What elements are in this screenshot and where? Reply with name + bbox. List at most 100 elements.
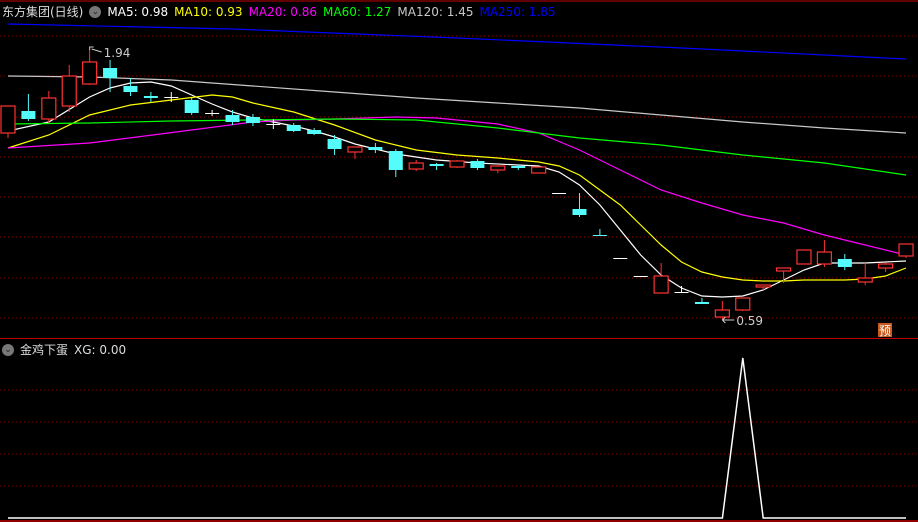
indicator-title[interactable]: 金鸡下蛋 bbox=[20, 341, 68, 358]
candle bbox=[347, 146, 363, 159]
stock-title[interactable]: 东方集团(日线) bbox=[2, 3, 83, 20]
candle-body bbox=[103, 68, 118, 78]
candle bbox=[388, 149, 403, 177]
candle bbox=[0, 105, 16, 138]
candle bbox=[592, 229, 607, 236]
high-arrow-icon bbox=[89, 46, 102, 53]
candle-body bbox=[552, 193, 567, 194]
candle bbox=[490, 164, 506, 173]
candle-body bbox=[470, 161, 485, 168]
candle-body bbox=[205, 113, 220, 114]
low-price-label: 0.59 bbox=[736, 314, 763, 328]
ma-legend-item: MA10: 0.93 bbox=[174, 4, 243, 19]
candle-body bbox=[816, 251, 833, 265]
candle-body bbox=[184, 100, 199, 113]
ma-line-ma20 bbox=[7, 116, 907, 256]
candle bbox=[245, 114, 260, 126]
candle bbox=[429, 163, 444, 170]
high-price-label: 1.94 bbox=[104, 46, 131, 60]
candle-body bbox=[857, 277, 873, 283]
candle bbox=[143, 92, 158, 102]
ma-line-ma10 bbox=[7, 94, 907, 282]
forecast-badge-label: 预 bbox=[879, 324, 891, 338]
candle bbox=[694, 298, 709, 304]
candle-body bbox=[266, 124, 281, 125]
candle-body bbox=[21, 111, 36, 119]
candle bbox=[307, 128, 322, 135]
candle-body bbox=[286, 125, 301, 131]
chevron-down-icon[interactable]: ⌄ bbox=[2, 343, 14, 356]
candle bbox=[755, 284, 771, 290]
candle-body bbox=[694, 302, 709, 304]
candle bbox=[449, 160, 465, 168]
candle-body bbox=[898, 243, 914, 257]
candle bbox=[898, 243, 914, 258]
candle-body bbox=[531, 166, 547, 174]
candle bbox=[837, 254, 852, 270]
main-legend: 东方集团(日线) ⌄ MA5: 0.98 MA10: 0.93 MA20: 0.86… bbox=[2, 3, 556, 20]
candle-body bbox=[408, 162, 424, 170]
candle-body bbox=[388, 151, 403, 170]
candle bbox=[368, 143, 383, 153]
candle bbox=[225, 110, 240, 125]
candle-body bbox=[633, 276, 648, 277]
ma-line-ma250 bbox=[7, 23, 907, 60]
candle bbox=[470, 159, 485, 170]
candle-body bbox=[878, 263, 894, 269]
ma-legend-item: MA20: 0.86 bbox=[248, 4, 317, 19]
indicator-value: XG: 0.00 bbox=[74, 342, 127, 357]
candle bbox=[61, 65, 77, 112]
candle bbox=[408, 160, 424, 171]
candle bbox=[796, 249, 812, 265]
indicator-legend: ⌄ 金鸡下蛋 XG: 0.00 bbox=[2, 341, 126, 358]
ma-legend-item: MA5: 0.98 bbox=[107, 4, 169, 19]
candle bbox=[714, 301, 730, 320]
candle bbox=[184, 98, 199, 115]
candle-body bbox=[368, 147, 383, 150]
candle-body bbox=[225, 115, 240, 122]
candle-body bbox=[347, 146, 363, 153]
price-chart[interactable]: 1.94 0.59 预 bbox=[0, 0, 918, 522]
candle bbox=[816, 240, 833, 267]
candle-body bbox=[613, 258, 628, 259]
candle-body bbox=[82, 61, 98, 85]
candle bbox=[857, 263, 873, 285]
candle bbox=[123, 78, 138, 96]
xg-signal-line bbox=[8, 357, 906, 519]
candle-body bbox=[61, 75, 77, 107]
candle-body bbox=[837, 259, 852, 267]
candle-body bbox=[449, 160, 465, 168]
candle bbox=[552, 193, 567, 194]
candle bbox=[735, 297, 751, 311]
candle-body bbox=[490, 165, 506, 171]
candle bbox=[21, 94, 36, 121]
candle bbox=[286, 123, 301, 132]
candle-body bbox=[735, 297, 751, 311]
ma-legend-item: MA60: 1.27 bbox=[323, 4, 392, 19]
candle-body bbox=[755, 284, 771, 288]
candle-body bbox=[572, 209, 587, 215]
candle-body bbox=[143, 96, 158, 98]
candle-body bbox=[592, 235, 607, 236]
candle-body bbox=[714, 309, 730, 318]
candle bbox=[82, 50, 98, 85]
candle bbox=[205, 110, 220, 116]
chevron-down-icon[interactable]: ⌄ bbox=[89, 5, 102, 18]
candle-body bbox=[327, 139, 342, 149]
candle-body bbox=[796, 249, 812, 265]
candle bbox=[531, 166, 547, 174]
ma-legend-item: MA120: 1.45 bbox=[397, 4, 474, 19]
candle-body bbox=[653, 275, 669, 294]
candle bbox=[633, 276, 648, 277]
candle-body bbox=[511, 166, 526, 168]
candle-body bbox=[307, 130, 322, 134]
candle bbox=[878, 263, 894, 272]
candle-body bbox=[429, 164, 444, 166]
candle-body bbox=[0, 105, 16, 134]
candle bbox=[41, 91, 57, 123]
candle-body bbox=[123, 86, 138, 92]
candle bbox=[613, 258, 628, 259]
candle-body bbox=[674, 292, 689, 293]
ma-line-ma5 bbox=[7, 81, 907, 298]
candle bbox=[653, 263, 669, 294]
